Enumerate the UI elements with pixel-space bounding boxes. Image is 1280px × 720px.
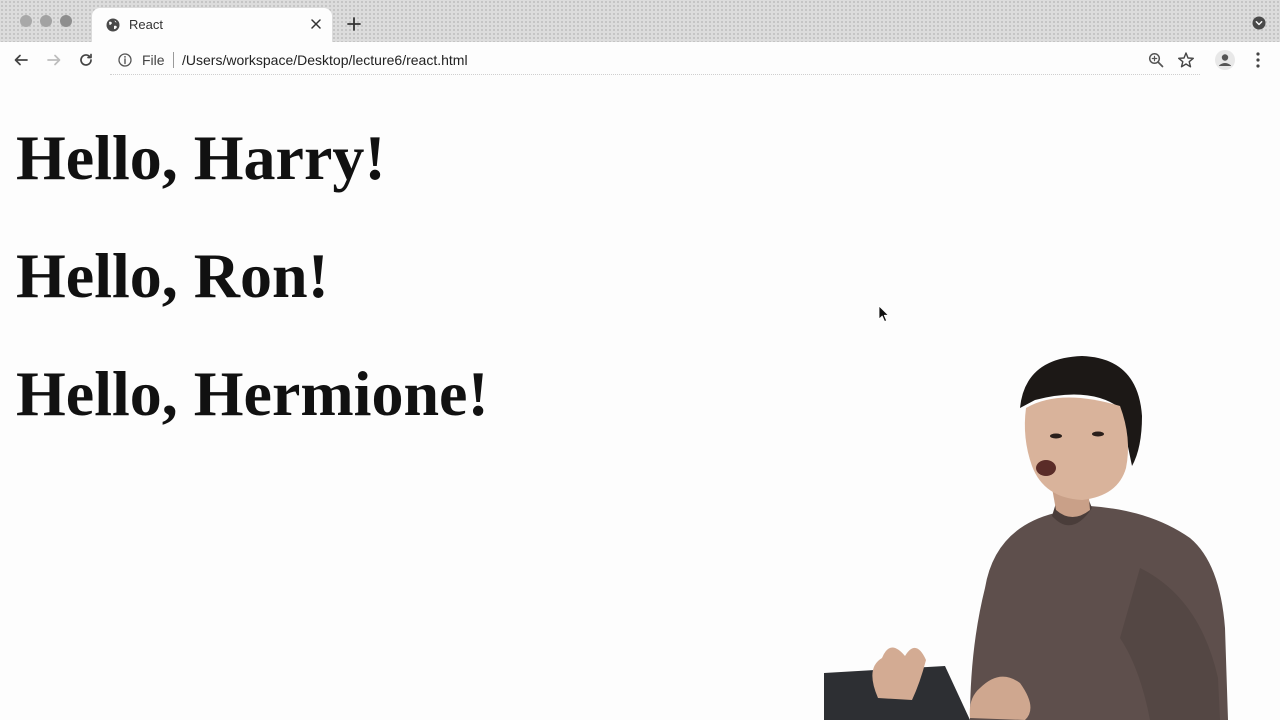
address-divider <box>173 52 174 68</box>
address-bar[interactable]: File /Users/workspace/Desktop/lecture6/r… <box>110 46 1200 75</box>
url-text[interactable]: /Users/workspace/Desktop/lecture6/react.… <box>182 52 468 68</box>
greeting-heading: Hello, Hermione! <box>16 358 489 429</box>
greeting-heading: Hello, Harry! <box>16 122 386 193</box>
browser-window: React File /Users/workspace/Desktop/lect… <box>0 0 1280 720</box>
reload-icon <box>80 53 92 66</box>
zoom-window-button[interactable] <box>60 15 72 27</box>
tab-strip: React <box>0 0 1280 42</box>
minimize-window-button[interactable] <box>40 15 52 27</box>
globe-icon <box>106 18 120 32</box>
new-tab-button[interactable] <box>344 14 364 34</box>
plus-icon <box>347 17 361 31</box>
tab-title: React <box>129 17 163 32</box>
forward-button[interactable] <box>44 50 64 70</box>
scheme-label: File <box>142 52 165 68</box>
info-icon[interactable] <box>118 53 132 67</box>
browser-toolbar: File /Users/workspace/Desktop/lecture6/r… <box>0 42 1280 78</box>
greeting-heading: Hello, Ron! <box>16 240 329 311</box>
arrow-right-icon <box>47 54 61 66</box>
tab-search-icon[interactable] <box>1252 16 1266 30</box>
page-content: Hello, Harry! Hello, Ron! Hello, Hermion… <box>0 78 1280 720</box>
bookmark-star-icon[interactable] <box>1177 51 1195 69</box>
close-icon[interactable] <box>308 16 324 32</box>
presenter-video-overlay <box>824 356 1228 720</box>
menu-kebab-icon[interactable] <box>1250 50 1266 70</box>
tab-react[interactable]: React <box>92 8 332 42</box>
zoom-icon[interactable] <box>1148 52 1164 68</box>
mouse-cursor-icon <box>878 305 889 322</box>
back-button[interactable] <box>11 50 31 70</box>
account-icon[interactable] <box>1214 49 1236 71</box>
close-window-button[interactable] <box>20 15 32 27</box>
reload-button[interactable] <box>76 50 96 70</box>
arrow-left-icon <box>14 54 28 66</box>
